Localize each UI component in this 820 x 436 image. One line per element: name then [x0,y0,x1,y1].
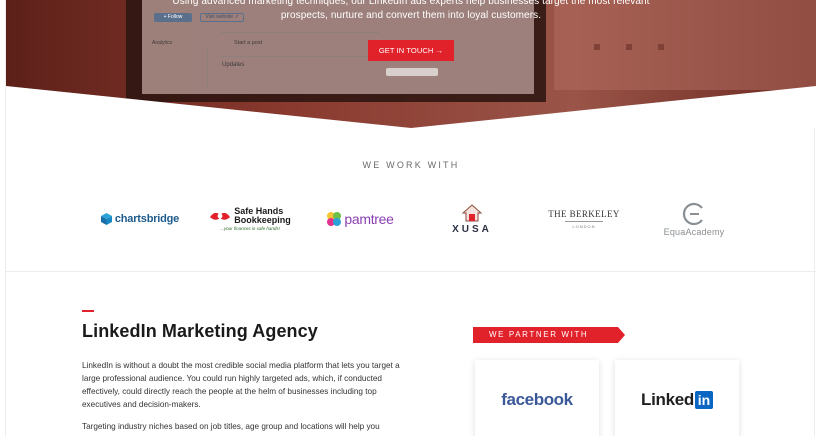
hero-section: + Follow Visit website ↗ Analytics Start… [6,0,816,128]
paragraph-line: LinkedIn is without a doubt the most cre… [82,361,400,370]
paragraph-line: large professional audience. You could r… [82,374,382,383]
page-frame: + Follow Visit website ↗ Analytics Start… [5,0,816,436]
start-post-label: Start a post [234,40,263,46]
logo-xusa: XUSA [426,196,518,242]
linkedin-logo-text: Linked [641,390,694,409]
linkedin-in-icon: in [695,391,713,409]
analytics-panel [150,48,208,88]
flower-icon [327,212,342,226]
hero-intro-line: prospects, nurture and convert them into… [280,10,542,21]
logo-berkeley-sub: LONDON [572,224,596,229]
about-paragraph-1: LinkedIn is without a doubt the most cre… [82,359,442,411]
mock-divider [220,32,380,33]
paragraph-line: Targeting industry niches based on job t… [82,422,380,431]
logo-safe-hands-line2: Bookkeeping [234,215,291,225]
logo-xusa-text: XUSA [452,223,492,235]
logo-pamtree: pamtree [314,196,406,242]
house-icon [462,203,482,221]
hero-intro-text: Using advanced marketing techniques, our… [6,0,816,23]
logo-the-berkeley: THE BERKELEY LONDON [534,196,634,242]
we-partner-with-label: WE PARTNER WITH [473,327,625,343]
get-in-touch-button[interactable]: GET IN TOUCH → [368,40,454,61]
logo-equaacademy: EquaAcademy [644,196,744,242]
mock-input [386,68,438,76]
heading-accent-dash [82,310,94,312]
hero-intro-line: Using advanced marketing techniques, our… [172,0,650,7]
analytics-label: Analytics [152,40,173,46]
logo-pamtree-text: pamtree [344,211,394,227]
logo-equaacademy-text: EquaAcademy [663,227,725,237]
logo-safe-hands-tagline: ...your finances in safe hands! [220,226,280,231]
paragraph-line: effectively, could directly reach the pe… [82,387,377,396]
facebook-logo: facebook [501,390,573,409]
section-title: LinkedIn Marketing Agency [82,321,318,341]
updates-label: Updates [222,62,245,68]
partner-card-facebook[interactable]: facebook [475,360,599,436]
logo-berkeley-rule [565,221,603,222]
hands-icon [210,212,231,220]
logo-chartsbridge-text: chartsbridge [114,213,180,225]
we-work-with-heading: WE WORK WITH [362,160,460,170]
client-logos: chartsbridge Safe Hands Bookkeeping ...y… [78,196,748,242]
logo-chartsbridge: chartsbridge [90,196,190,242]
cube-icon [100,213,112,225]
partner-card-linkedin[interactable]: Linked in [615,360,739,436]
about-paragraph-2: Targeting industry niches based on job t… [82,420,442,433]
linkedin-logo: Linked in [641,390,713,410]
paragraph-line: executives and decision-makers. [82,400,201,409]
section-divider [6,271,816,272]
logo-safe-hands: Safe Hands Bookkeeping ...your finances … [200,196,300,242]
logo-berkeley-text: THE BERKELEY [548,209,620,219]
ring-icon [682,202,703,226]
